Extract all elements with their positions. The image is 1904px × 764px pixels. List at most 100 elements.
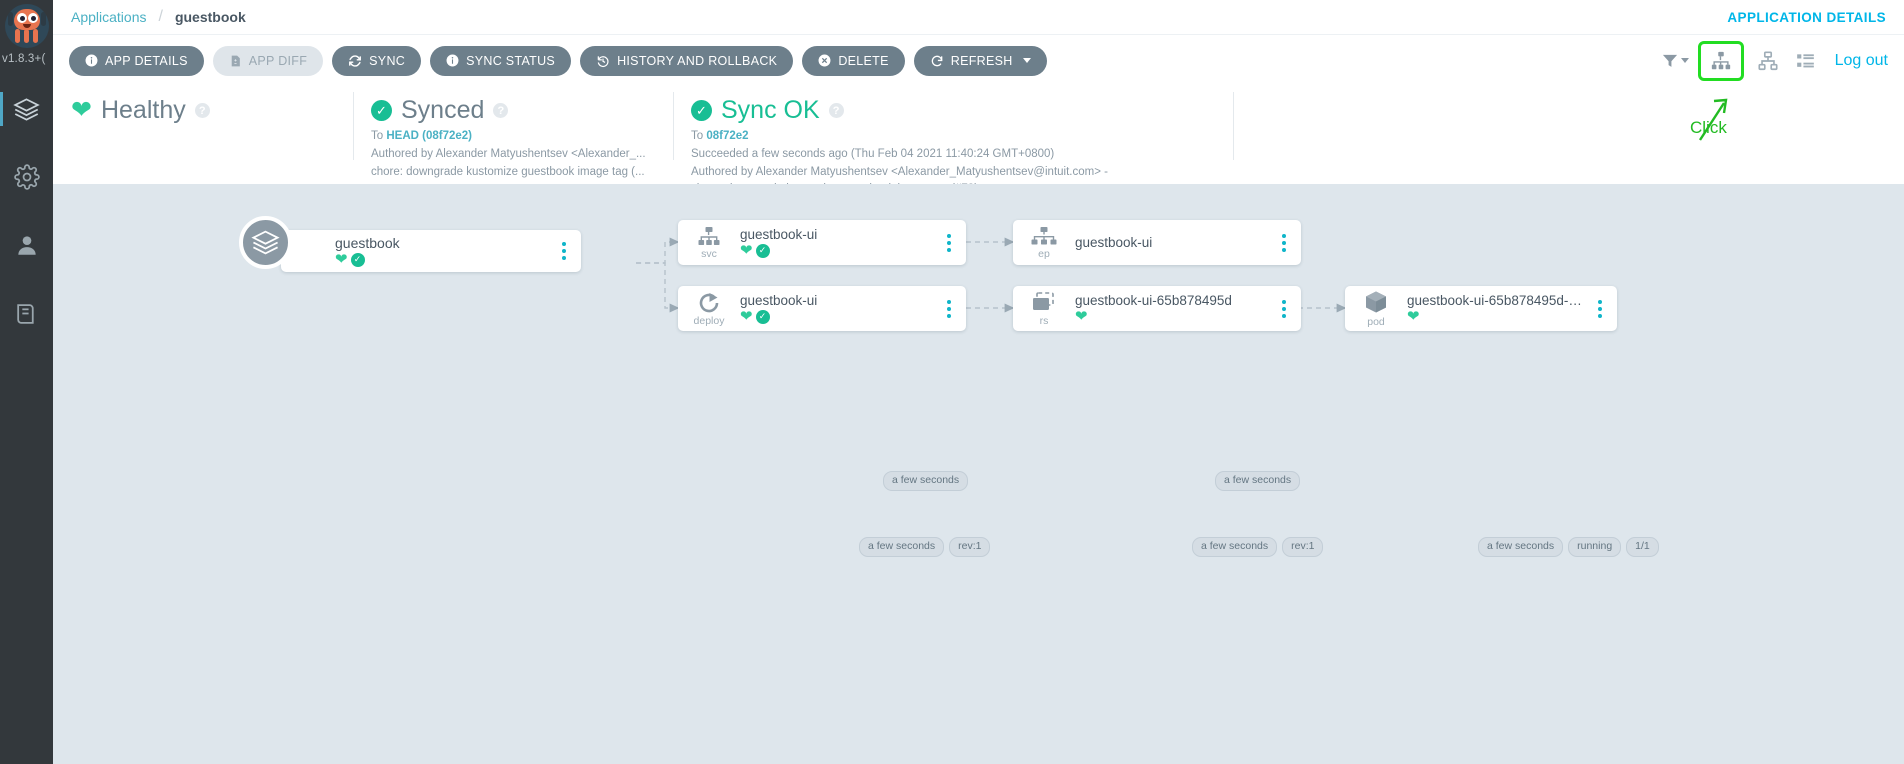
- node-tag-age: a few seconds: [883, 471, 968, 491]
- operation-revision[interactable]: 08f72e2: [706, 130, 748, 142]
- sync-author-line: Authored by Alexander Matyushentsev <Ale…: [371, 146, 651, 164]
- check-circle-icon: ✓: [371, 100, 392, 121]
- operation-to-prefix: To: [691, 130, 703, 142]
- info-icon: [85, 54, 98, 67]
- view-tree-highlight: [1698, 41, 1744, 81]
- list-view-button[interactable]: [1787, 43, 1825, 79]
- operation-revision-line: To 08f72e2: [691, 128, 1211, 146]
- filter-icon: [1661, 52, 1679, 69]
- resource-tree-canvas[interactable]: guestbook ❤ ✓ svc guestbook-ui ❤ ✓: [53, 184, 1904, 764]
- breadcrumb: Applications / guestbook: [71, 8, 246, 26]
- node-icon-box: svc: [678, 226, 740, 260]
- tree-node-deploy-tags: a few seconds rev:1: [859, 537, 990, 557]
- sync-status-button-label: SYNC STATUS: [466, 54, 555, 68]
- node-menu-button[interactable]: [553, 242, 575, 260]
- node-health: ❤: [1075, 309, 1267, 324]
- sync-status-panel: ✓ Synced ? To HEAD (08f72e2) Authored by…: [353, 86, 673, 164]
- tree-node-ep[interactable]: ep guestbook-ui: [1013, 220, 1301, 265]
- node-menu-button[interactable]: [1273, 234, 1295, 252]
- tree-node-rs[interactable]: rs guestbook-ui-65b878495d ❤: [1013, 286, 1301, 331]
- application-node-icon: [239, 216, 292, 269]
- node-menu-button[interactable]: [938, 300, 960, 318]
- node-body: guestbook-ui ❤ ✓: [740, 293, 938, 324]
- node-body: guestbook-ui-65b878495d ❤: [1075, 293, 1273, 324]
- replicaset-icon: [1029, 291, 1059, 315]
- pods-view-icon: [1756, 50, 1780, 72]
- node-name: guestbook-ui-65b878495d: [1075, 293, 1267, 308]
- filter-button[interactable]: [1661, 52, 1689, 69]
- node-name: guestbook: [335, 235, 547, 251]
- node-name: guestbook-ui: [1075, 235, 1267, 250]
- tree-node-application[interactable]: guestbook ❤ ✓: [281, 230, 581, 272]
- heart-icon: ❤: [740, 309, 753, 324]
- layers-icon: [13, 96, 40, 123]
- app-diff-button-label: APP DIFF: [249, 54, 307, 68]
- sidebar-item-applications[interactable]: [0, 75, 53, 143]
- sync-button-label: SYNC: [369, 54, 405, 68]
- health-help-icon[interactable]: ?: [195, 103, 210, 118]
- delete-button[interactable]: DELETE: [802, 46, 904, 76]
- left-sidebar: v1.8.3+(: [0, 0, 53, 764]
- check-circle-icon: ✓: [756, 310, 770, 324]
- pods-view-button[interactable]: [1749, 43, 1787, 79]
- gear-icon: [14, 164, 40, 190]
- delete-button-label: DELETE: [838, 54, 888, 68]
- operation-help-icon[interactable]: ?: [829, 103, 844, 118]
- app-diff-button[interactable]: APP DIFF: [213, 46, 323, 76]
- chevron-down-icon: [1023, 58, 1031, 63]
- node-body: guestbook-ui ❤ ✓: [740, 227, 938, 258]
- sync-status-button[interactable]: SYNC STATUS: [430, 46, 571, 76]
- heart-icon: ❤: [335, 252, 348, 267]
- refresh-button[interactable]: REFRESH: [914, 46, 1047, 76]
- tree-view-icon: [1709, 50, 1733, 72]
- deployment-icon: [696, 291, 722, 315]
- breadcrumb-applications-link[interactable]: Applications: [71, 9, 147, 25]
- refresh-button-label: REFRESH: [951, 54, 1013, 68]
- app-details-button[interactable]: APP DETAILS: [69, 46, 204, 76]
- breadcrumb-current: guestbook: [175, 9, 246, 25]
- tree-view-button[interactable]: [1702, 43, 1740, 79]
- node-kind: rs: [1040, 316, 1049, 327]
- version-label: v1.8.3+(: [0, 53, 53, 65]
- sidebar-item-user-info[interactable]: [0, 211, 53, 279]
- sync-button[interactable]: SYNC: [332, 46, 421, 76]
- action-toolbar: APP DETAILS APP DIFF SYNC SYNC STATUS: [53, 34, 1904, 86]
- sidebar-item-settings[interactable]: [0, 143, 53, 211]
- sync-revision[interactable]: HEAD (08f72e2): [386, 130, 472, 142]
- tree-node-svc-tags: a few seconds: [883, 471, 968, 491]
- node-tag-age: a few seconds: [1215, 471, 1300, 491]
- history-and-rollback-button-label: HISTORY AND ROLLBACK: [617, 54, 777, 68]
- status-bar: ❤ Healthy ? ✓ Synced ? To HEAD (08f72e2)…: [53, 86, 1904, 184]
- book-icon: [14, 301, 39, 326]
- node-menu-button[interactable]: [1273, 300, 1295, 318]
- toolbar-right-controls: Log out: [1661, 41, 1888, 81]
- node-name: guestbook-ui: [740, 293, 932, 308]
- node-health: ❤: [1407, 309, 1583, 324]
- sync-help-icon[interactable]: ?: [493, 103, 508, 118]
- history-and-rollback-button[interactable]: HISTORY AND ROLLBACK: [580, 46, 793, 76]
- health-status-title: Healthy: [101, 96, 186, 125]
- app-logo[interactable]: [0, 0, 53, 52]
- node-icon-box: rs: [1013, 291, 1075, 327]
- endpoints-icon: [1029, 226, 1059, 248]
- node-menu-button[interactable]: [1589, 300, 1611, 318]
- node-tag-age: a few seconds: [1192, 537, 1277, 557]
- status-trailing-divider: [1233, 86, 1333, 164]
- tree-node-ep-tags: a few seconds: [1215, 471, 1300, 491]
- tree-node-deploy[interactable]: deploy guestbook-ui ❤ ✓: [678, 286, 966, 331]
- info-icon: [446, 54, 459, 67]
- logout-link[interactable]: Log out: [1835, 52, 1888, 70]
- tree-node-pod[interactable]: pod guestbook-ui-65b878495d-wjm... ❤: [1345, 286, 1617, 331]
- service-icon: [695, 226, 723, 248]
- page-title: APPLICATION DETAILS: [1727, 10, 1886, 25]
- node-tag-revision: rev:1: [949, 537, 990, 557]
- operation-status-title: Sync OK: [721, 96, 820, 125]
- pod-icon: [1362, 290, 1390, 316]
- check-circle-icon: ✓: [756, 244, 770, 258]
- sync-commit-line: chore: downgrade kustomize guestbook ima…: [371, 164, 651, 182]
- sync-to-prefix: To: [371, 130, 383, 142]
- sidebar-item-documentation[interactable]: [0, 279, 53, 347]
- node-menu-button[interactable]: [938, 234, 960, 252]
- tree-node-svc[interactable]: svc guestbook-ui ❤ ✓: [678, 220, 966, 265]
- node-kind: ep: [1038, 249, 1050, 260]
